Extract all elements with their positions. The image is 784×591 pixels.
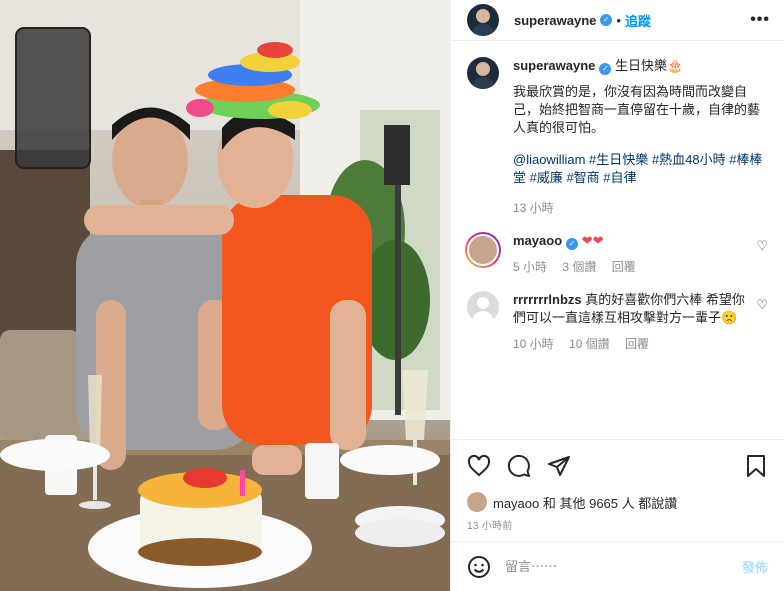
commenter-avatar[interactable] [467,291,499,323]
likes-summary-text[interactable]: mayaoo 和 其他 9665 人 都說讚 [493,493,677,512]
comment-icon[interactable] [507,454,531,478]
caption: superawayne ✓ 生日快樂🎂 我最欣賞的是，你沒有因為時間而改變自己，始… [467,57,768,216]
caption-time[interactable]: 13 小時 [513,199,768,216]
post-time[interactable]: 13 小時前 [451,513,784,541]
comment-like-heart-icon[interactable]: ♡ [756,238,768,254]
author-username[interactable]: superawayne [514,13,596,28]
verified-badge-icon: ✓ [600,14,613,26]
caption-avatar[interactable] [467,57,499,89]
emoji-icon[interactable] [467,555,491,579]
verified-badge-icon: ✓ [566,238,579,250]
comment-meta: 5 小時 3 個讚 回覆 [513,258,648,275]
comment-text: ❤❤ [581,233,604,248]
post-header: superawayne ✓ • 追蹤 ••• [451,0,784,41]
comment-like-heart-icon[interactable]: ♡ [756,297,768,313]
comment-likes[interactable]: 3 個讚 [562,260,596,274]
caption-title: 生日快樂🎂 [615,58,684,73]
reply-button[interactable]: 回覆 [625,337,649,351]
comment-time[interactable]: 10 小時 [513,337,554,351]
comment-username[interactable]: mayaoo [513,233,562,248]
comment-likes[interactable]: 10 個讚 [569,337,610,351]
more-options-icon[interactable]: ••• [750,11,770,29]
post-photo[interactable] [0,0,450,591]
save-icon[interactable] [744,454,768,478]
caption-body: 我最欣賞的是，你沒有因為時間而改變自己，始終把智商一直停留在十歲，自律的藝人真的… [513,84,761,135]
commenter-avatar[interactable] [465,232,501,268]
comment-meta: 10 小時 10 個讚 回覆 [513,335,746,352]
reply-button[interactable]: 回覆 [612,260,636,274]
share-icon[interactable] [547,454,571,478]
comment-text-line: mayaoo ✓ ❤❤ [513,232,648,250]
caption-header: superawayne ✓ 生日快樂🎂 [513,57,768,75]
liker-avatar[interactable] [467,492,487,512]
comment-text-line: rrrrrrrlnbzs 真的好喜歡你們六棒 希望你們可以一直這樣互相攻擊對方一… [513,291,746,327]
separator-dot: • [616,12,621,28]
photo-illustration [0,0,450,591]
comment-item: mayaoo ✓ ❤❤ 5 小時 3 個讚 回覆 ♡ [465,232,768,275]
post-side-panel: superawayne ✓ • 追蹤 ••• superawayne ✓ 生日快樂… [450,0,784,591]
action-bar [451,439,784,491]
verified-badge-icon: ✓ [599,63,612,75]
heart-icon[interactable] [467,454,491,478]
comment-time[interactable]: 5 小時 [513,260,547,274]
follow-button[interactable]: 追蹤 [625,11,651,30]
author-avatar[interactable] [467,4,499,36]
comment-username[interactable]: rrrrrrrlnbzs [513,292,582,307]
comment-item: rrrrrrrlnbzs 真的好喜歡你們六棒 希望你們可以一直這樣互相攻擊對方一… [467,291,768,352]
caption-username[interactable]: superawayne [513,58,595,73]
post-comment-button[interactable]: 發佈 [742,557,768,576]
likes-summary[interactable]: mayaoo 和 其他 9665 人 都說讚 [451,491,784,513]
comment-input[interactable] [505,559,742,574]
add-comment-bar: 發佈 [451,541,784,591]
instagram-post-view: superawayne ✓ • 追蹤 ••• superawayne ✓ 生日快樂… [0,0,784,591]
comments-scroll-area[interactable]: superawayne ✓ 生日快樂🎂 我最欣賞的是，你沒有因為時間而改變自己，始… [451,41,784,439]
caption-tags[interactable]: @liaowilliam #生日快樂 #熱血48小時 #棒棒堂 #威廉 #智商 … [513,151,768,187]
